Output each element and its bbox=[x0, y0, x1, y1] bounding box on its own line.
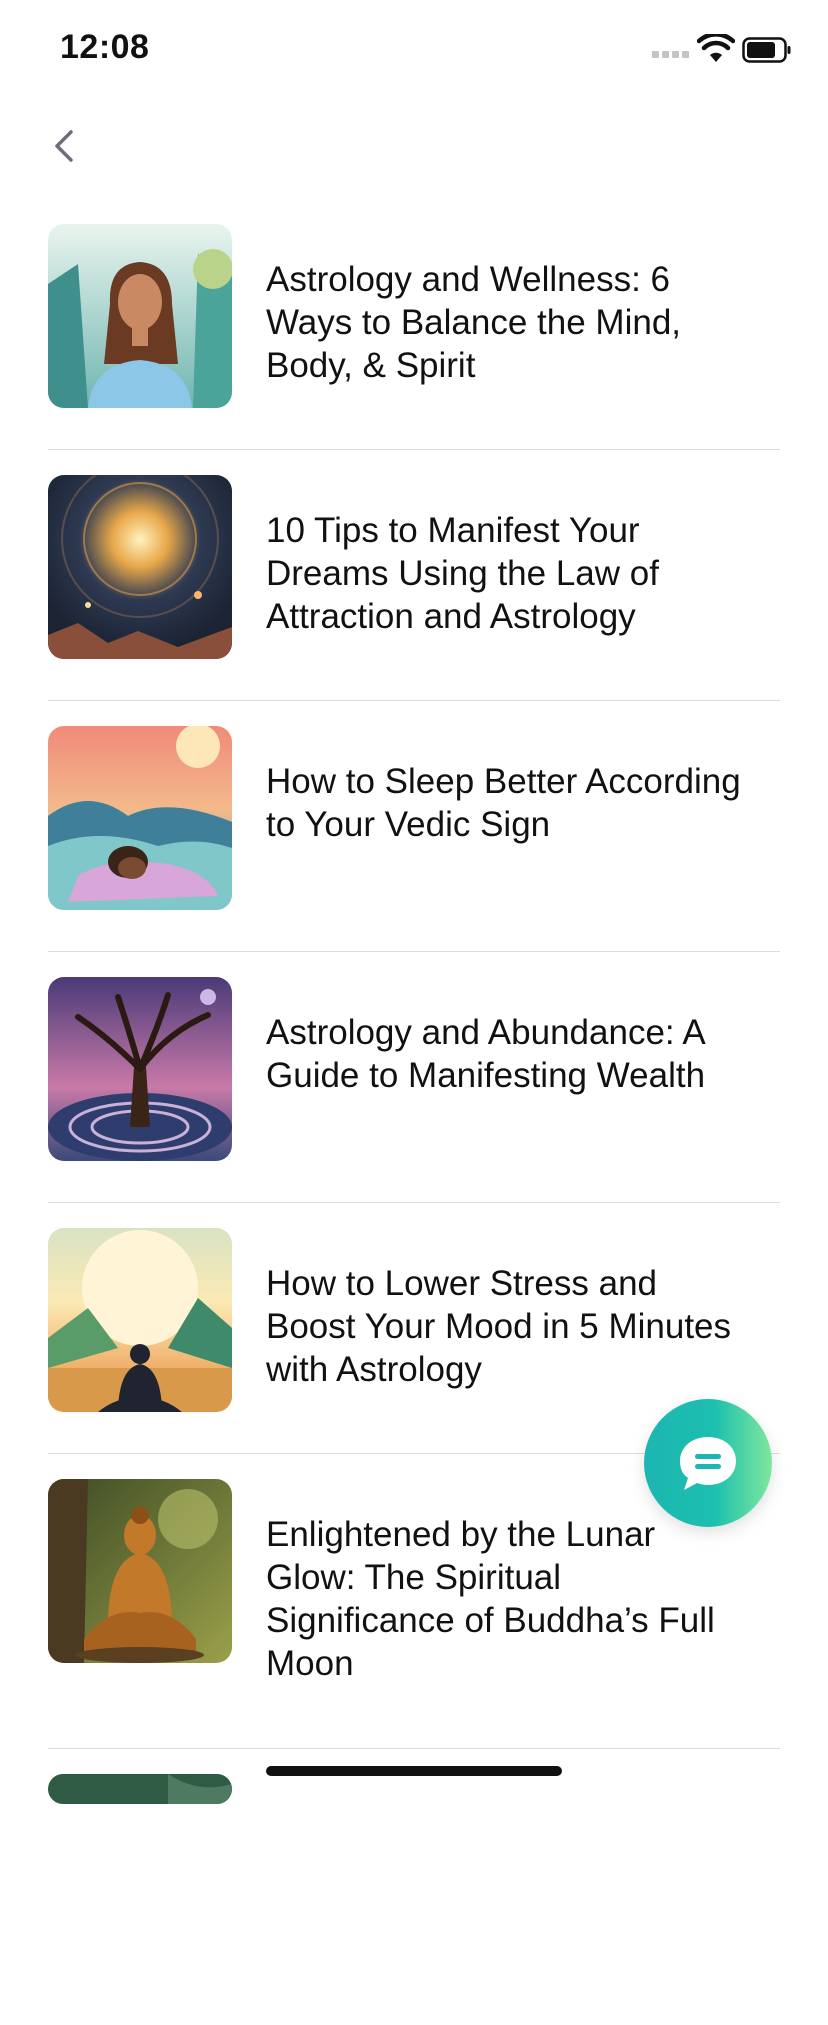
chat-bubble-icon bbox=[680, 1437, 736, 1490]
signal-icon bbox=[652, 44, 692, 58]
article-title: Astrology and Wellness: 6 Ways to Balanc… bbox=[266, 260, 682, 385]
article-list: Astrology and Wellness: 6 Ways to Balanc… bbox=[0, 224, 828, 2025]
divider bbox=[48, 1748, 780, 1749]
chat-button[interactable] bbox=[644, 1399, 772, 1527]
article-thumbnail bbox=[48, 224, 232, 408]
article-item[interactable]: 10 Tips to Manifest Your Dreams Using th… bbox=[0, 475, 828, 726]
chevron-left-icon bbox=[55, 130, 73, 162]
divider bbox=[48, 951, 780, 952]
divider bbox=[48, 449, 780, 450]
divider bbox=[48, 700, 780, 701]
wifi-icon bbox=[697, 34, 735, 62]
article-thumbnail bbox=[48, 1228, 232, 1412]
article-item[interactable]: Astrology and Abundance: A Guide to Mani… bbox=[0, 977, 828, 1228]
article-title: How to Sleep Better According to Your Ve… bbox=[266, 762, 741, 844]
status-bar: 12:08 bbox=[0, 0, 828, 100]
battery-icon bbox=[742, 37, 791, 63]
article-title: Enlightened by the Lunar Glow: The Spiri… bbox=[266, 1515, 715, 1683]
article-item[interactable] bbox=[0, 1774, 828, 2025]
article-thumbnail bbox=[48, 1479, 232, 1663]
article-title: 10 Tips to Manifest Your Dreams Using th… bbox=[266, 511, 659, 636]
home-indicator bbox=[266, 1766, 562, 1776]
article-thumbnail bbox=[48, 475, 232, 659]
article-item[interactable]: Astrology and Wellness: 6 Ways to Balanc… bbox=[0, 224, 828, 475]
article-item[interactable]: How to Sleep Better According to Your Ve… bbox=[0, 726, 828, 977]
back-button[interactable] bbox=[40, 118, 90, 174]
article-thumbnail bbox=[48, 977, 232, 1161]
article-thumbnail bbox=[48, 1774, 232, 1804]
article-title: How to Lower Stress and Boost Your Mood … bbox=[266, 1264, 732, 1389]
divider bbox=[48, 1202, 780, 1203]
article-title: Astrology and Abundance: A Guide to Mani… bbox=[266, 1013, 706, 1095]
article-thumbnail bbox=[48, 726, 232, 910]
status-time: 12:08 bbox=[60, 28, 150, 66]
